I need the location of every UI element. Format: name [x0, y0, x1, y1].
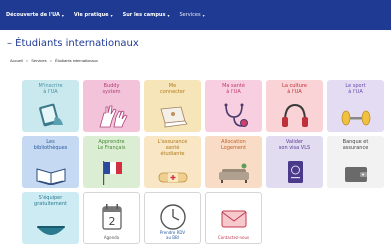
nav-label: Services [179, 12, 201, 18]
tile-label: Contactez-nous [217, 235, 250, 240]
clock-icon [159, 204, 186, 230]
chevron-down-icon: ▾ [110, 12, 113, 18]
tile-assurance-sante[interactable]: L'assurance santé étudiante [144, 136, 201, 188]
tile-buddy[interactable]: Buddy system [83, 80, 140, 132]
tile-label: S'équiper gratuitement [34, 195, 67, 207]
tablet-icon [38, 103, 63, 127]
nav-services[interactable]: Services ▾ [179, 12, 204, 18]
tile-inscription[interactable]: M'inscrire à l'UA [22, 80, 79, 132]
bowl-icon [36, 226, 65, 235]
nav-vie-pratique[interactable]: Vie pratique ▾ [74, 12, 113, 18]
stethoscope-icon [224, 103, 248, 127]
tile-sante[interactable]: Ma santé à l'UA [205, 80, 262, 132]
tile-label: La culture à l'UA [282, 83, 307, 95]
tile-label: L'assurance santé étudiante [157, 139, 188, 157]
tile-label: Banque et assurance [342, 139, 369, 151]
nav-decouverte[interactable]: Découverte de l'UA ▾ [6, 12, 64, 18]
tile-visa[interactable]: Valider son visa VLS [266, 136, 323, 188]
tile-rdv-bbi[interactable]: Prendre RDV au BBI [144, 192, 201, 244]
tile-label: Apprendre Le Français [97, 139, 126, 151]
tile-label: Ma santé à l'UA [222, 83, 245, 95]
chevron-down-icon: ▾ [167, 12, 170, 18]
tile-agenda[interactable]: 2 Agenda [83, 192, 140, 244]
wallet-icon [344, 167, 367, 182]
breadcrumb-services[interactable]: Services [31, 58, 46, 63]
tile-bibliotheques[interactable]: Les bibliothèques [22, 136, 79, 188]
tile-label: Les bibliothèques [33, 139, 68, 151]
breadcrumb-current: Étudiants internationaux [54, 58, 98, 63]
dumbbell-icon [341, 110, 370, 126]
nav-label: Sur les campus [122, 12, 166, 18]
book-icon [36, 168, 65, 185]
bandage-icon [158, 172, 187, 183]
calendar-day: 2 [108, 215, 115, 228]
tile-banque[interactable]: Banque et assurance [327, 136, 384, 188]
breadcrumb-home[interactable]: Accueil [10, 58, 23, 63]
tile-label: Agenda [103, 235, 120, 240]
page-title: – Étudiants internationaux [7, 38, 139, 49]
tile-label: Le sport à l'UA [345, 83, 366, 95]
tile-label: Allocation Logement [220, 139, 247, 151]
tile-label: Buddy system [102, 83, 121, 95]
tile-label: M'inscrire à l'UA [38, 83, 63, 95]
breadcrumb-separator: > [25, 58, 29, 63]
tile-label: Me connecter [159, 83, 186, 95]
nav-campus[interactable]: Sur les campus ▾ [123, 12, 170, 18]
top-navigation: Découverte de l'UA ▾ Vie pratique ▾ Sur le… [0, 0, 391, 30]
tile-culture[interactable]: La culture à l'UA [266, 80, 323, 132]
breadcrumb: Accueil > Services > Étudiants internati… [10, 58, 98, 63]
passport-icon [287, 161, 303, 183]
tile-connexion[interactable]: Me connecter [144, 80, 201, 132]
nav-label: Vie pratique [73, 12, 109, 18]
services-grid: M'inscrire à l'UA Buddy system Me connec… [22, 80, 384, 244]
laptop-icon [159, 106, 188, 128]
calendar-icon: 2 [101, 204, 122, 230]
breadcrumb-separator: > [49, 58, 52, 63]
envelope-icon [221, 210, 246, 228]
tile-contact[interactable]: Contactez-nous [205, 192, 262, 244]
tile-allocation-logement[interactable]: Allocation Logement [205, 136, 262, 188]
tile-francais[interactable]: Apprendre Le Français [83, 136, 140, 188]
hands-icon [98, 105, 128, 128]
flag-icon [102, 161, 122, 185]
tile-label: Valider son visa VLS [278, 139, 311, 151]
headphones-icon [281, 103, 308, 127]
chevron-down-icon: ▾ [202, 12, 205, 18]
tile-equiper[interactable]: S'équiper gratuitement [22, 192, 79, 244]
sofa-icon [218, 163, 249, 183]
tile-sport[interactable]: Le sport à l'UA [327, 80, 384, 132]
nav-label: Découverte de l'UA [6, 12, 60, 18]
chevron-down-icon: ▾ [61, 12, 64, 18]
